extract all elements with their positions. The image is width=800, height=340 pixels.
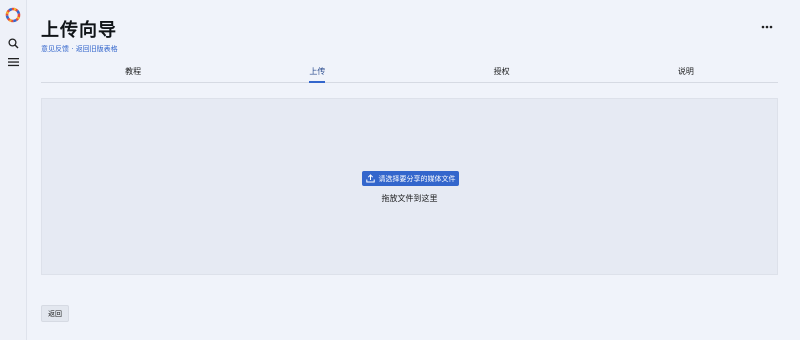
app-logo[interactable]	[5, 7, 21, 23]
old-form-link[interactable]: 返回旧版表格	[76, 45, 118, 53]
header-links: 意见反馈 · 返回旧版表格	[41, 44, 118, 54]
menu-icon[interactable]	[5, 54, 21, 70]
more-icon[interactable]	[758, 20, 776, 34]
search-icon[interactable]	[5, 35, 21, 51]
tab-description[interactable]: 说明	[594, 62, 778, 82]
wizard-tabs: 教程 上传 授权 说明	[41, 62, 778, 83]
select-files-button[interactable]: 请选择要分享的媒体文件	[362, 171, 459, 186]
feedback-link[interactable]: 意见反馈	[41, 45, 69, 53]
main-content: 上传向导 意见反馈 · 返回旧版表格 教程 上传 授权 说明 请选择要分享的媒体…	[27, 0, 800, 340]
tab-upload[interactable]: 上传	[225, 62, 409, 83]
select-files-label: 请选择要分享的媒体文件	[378, 174, 456, 183]
drop-hint: 拖放文件到这里	[381, 194, 438, 203]
link-separator: ·	[69, 45, 76, 53]
tab-license[interactable]: 授权	[410, 62, 594, 82]
tab-tutorial[interactable]: 教程	[41, 62, 225, 82]
upload-icon	[365, 174, 375, 183]
back-button[interactable]: 返回	[41, 305, 69, 322]
drop-zone[interactable]: 请选择要分享的媒体文件 拖放文件到这里	[41, 98, 778, 275]
left-rail	[0, 0, 27, 340]
page-title: 上传向导	[41, 20, 117, 41]
